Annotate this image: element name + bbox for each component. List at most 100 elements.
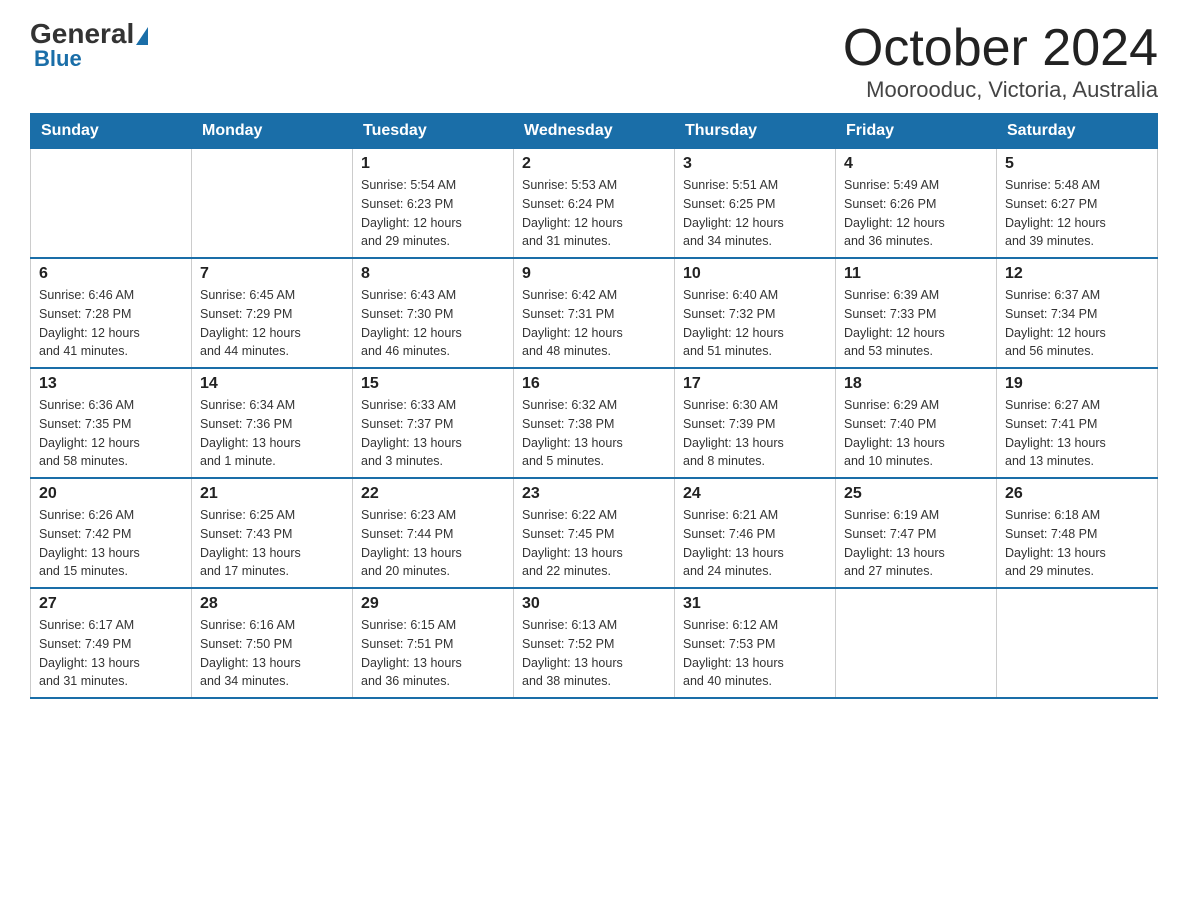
calendar-week-row: 20Sunrise: 6:26 AMSunset: 7:42 PMDayligh… (31, 478, 1158, 588)
calendar-cell: 25 Sunrise: 6:19 AMSunset: 7:47 PMDayligh… (836, 478, 997, 588)
day-info: Sunrise: 6:42 AMSunset: 7:31 PMDaylight:… (522, 286, 666, 361)
calendar-header-tuesday: Tuesday (353, 114, 514, 149)
calendar-cell: 19Sunrise: 6:27 AMSunset: 7:41 PMDayligh… (997, 368, 1158, 478)
day-info: Sunrise: 6:29 AMSunset: 7:40 PMDaylight:… (844, 396, 988, 471)
calendar-header-sunday: Sunday (31, 114, 192, 149)
calendar-cell: 8 Sunrise: 6:43 AMSunset: 7:30 PMDaylight… (353, 258, 514, 368)
day-info: Sunrise: 6:22 AMSunset: 7:45 PMDaylight:… (522, 506, 666, 581)
calendar-cell: 21Sunrise: 6:25 AMSunset: 7:43 PMDayligh… (192, 478, 353, 588)
calendar-cell (997, 588, 1158, 698)
day-number: 9 (522, 265, 666, 283)
calendar-table: SundayMondayTuesdayWednesdayThursdayFrid… (30, 113, 1158, 699)
calendar-cell: 29Sunrise: 6:15 AMSunset: 7:51 PMDayligh… (353, 588, 514, 698)
day-number: 25 (844, 485, 988, 503)
day-info: Sunrise: 6:46 AMSunset: 7:28 PMDaylight:… (39, 286, 183, 361)
day-info: Sunrise: 6:34 AMSunset: 7:36 PMDaylight:… (200, 396, 344, 471)
calendar-header-monday: Monday (192, 114, 353, 149)
calendar-cell: 26 Sunrise: 6:18 AMSunset: 7:48 PMDayligh… (997, 478, 1158, 588)
day-number: 22 (361, 485, 505, 503)
page-title: October 2024 (843, 20, 1158, 77)
day-info: Sunrise: 5:54 AMSunset: 6:23 PMDaylight:… (361, 176, 505, 251)
day-number: 13 (39, 375, 183, 393)
logo-top: General (30, 20, 148, 48)
logo-triangle-icon (136, 27, 148, 45)
day-info: Sunrise: 6:26 AMSunset: 7:42 PMDaylight:… (39, 506, 183, 581)
calendar-cell: 18 Sunrise: 6:29 AMSunset: 7:40 PMDayligh… (836, 368, 997, 478)
day-number: 5 (1005, 155, 1149, 173)
day-number: 10 (683, 265, 827, 283)
calendar-cell: 28 Sunrise: 6:16 AMSunset: 7:50 PMDayligh… (192, 588, 353, 698)
calendar-cell: 5Sunrise: 5:48 AMSunset: 6:27 PMDaylight… (997, 149, 1158, 259)
calendar-header-friday: Friday (836, 114, 997, 149)
day-info: Sunrise: 6:40 AMSunset: 7:32 PMDaylight:… (683, 286, 827, 361)
day-info: Sunrise: 6:17 AMSunset: 7:49 PMDaylight:… (39, 616, 183, 691)
day-number: 30 (522, 595, 666, 613)
day-info: Sunrise: 6:16 AMSunset: 7:50 PMDaylight:… (200, 616, 344, 691)
day-info: Sunrise: 6:23 AMSunset: 7:44 PMDaylight:… (361, 506, 505, 581)
day-info: Sunrise: 5:53 AMSunset: 6:24 PMDaylight:… (522, 176, 666, 251)
logo-blue: Blue (34, 46, 82, 72)
calendar-cell (836, 588, 997, 698)
calendar-cell: 3Sunrise: 5:51 AMSunset: 6:25 PMDaylight… (675, 149, 836, 259)
day-number: 7 (200, 265, 344, 283)
calendar-cell: 27Sunrise: 6:17 AMSunset: 7:49 PMDayligh… (31, 588, 192, 698)
day-info: Sunrise: 6:27 AMSunset: 7:41 PMDaylight:… (1005, 396, 1149, 471)
day-info: Sunrise: 6:36 AMSunset: 7:35 PMDaylight:… (39, 396, 183, 471)
calendar-cell: 10 Sunrise: 6:40 AMSunset: 7:32 PMDayligh… (675, 258, 836, 368)
calendar-cell: 7 Sunrise: 6:45 AMSunset: 7:29 PMDaylight… (192, 258, 353, 368)
calendar-cell (192, 149, 353, 259)
calendar-week-row: 13 Sunrise: 6:36 AMSunset: 7:35 PMDayligh… (31, 368, 1158, 478)
day-info: Sunrise: 6:21 AMSunset: 7:46 PMDaylight:… (683, 506, 827, 581)
day-info: Sunrise: 6:45 AMSunset: 7:29 PMDaylight:… (200, 286, 344, 361)
day-info: Sunrise: 5:49 AMSunset: 6:26 PMDaylight:… (844, 176, 988, 251)
calendar-cell: 14 Sunrise: 6:34 AMSunset: 7:36 PMDayligh… (192, 368, 353, 478)
day-number: 26 (1005, 485, 1149, 503)
page-subtitle: Moorooduc, Victoria, Australia (843, 77, 1158, 103)
calendar-cell: 23 Sunrise: 6:22 AMSunset: 7:45 PMDayligh… (514, 478, 675, 588)
day-info: Sunrise: 6:32 AMSunset: 7:38 PMDaylight:… (522, 396, 666, 471)
calendar-cell: 16 Sunrise: 6:32 AMSunset: 7:38 PMDayligh… (514, 368, 675, 478)
calendar-header-row: SundayMondayTuesdayWednesdayThursdayFrid… (31, 114, 1158, 149)
day-number: 2 (522, 155, 666, 173)
day-info: Sunrise: 6:43 AMSunset: 7:30 PMDaylight:… (361, 286, 505, 361)
calendar-cell: 24 Sunrise: 6:21 AMSunset: 7:46 PMDayligh… (675, 478, 836, 588)
page-header: General Blue October 2024 Moorooduc, Vic… (30, 20, 1158, 103)
calendar-cell: 2 Sunrise: 5:53 AMSunset: 6:24 PMDaylight… (514, 149, 675, 259)
calendar-cell: 15Sunrise: 6:33 AMSunset: 7:37 PMDayligh… (353, 368, 514, 478)
calendar-cell: 12 Sunrise: 6:37 AMSunset: 7:34 PMDayligh… (997, 258, 1158, 368)
day-info: Sunrise: 6:19 AMSunset: 7:47 PMDaylight:… (844, 506, 988, 581)
day-info: Sunrise: 6:13 AMSunset: 7:52 PMDaylight:… (522, 616, 666, 691)
day-number: 24 (683, 485, 827, 503)
calendar-header-saturday: Saturday (997, 114, 1158, 149)
day-number: 21 (200, 485, 344, 503)
day-number: 28 (200, 595, 344, 613)
day-number: 12 (1005, 265, 1149, 283)
day-number: 1 (361, 155, 505, 173)
calendar-cell: 31Sunrise: 6:12 AMSunset: 7:53 PMDayligh… (675, 588, 836, 698)
calendar-week-row: 6Sunrise: 6:46 AMSunset: 7:28 PMDaylight… (31, 258, 1158, 368)
calendar-header-wednesday: Wednesday (514, 114, 675, 149)
day-number: 11 (844, 265, 988, 283)
day-number: 17 (683, 375, 827, 393)
logo: General Blue (30, 20, 148, 72)
day-info: Sunrise: 6:18 AMSunset: 7:48 PMDaylight:… (1005, 506, 1149, 581)
day-info: Sunrise: 5:51 AMSunset: 6:25 PMDaylight:… (683, 176, 827, 251)
title-block: October 2024 Moorooduc, Victoria, Austra… (843, 20, 1158, 103)
day-number: 31 (683, 595, 827, 613)
logo-general: General (30, 18, 134, 49)
calendar-week-row: 27Sunrise: 6:17 AMSunset: 7:49 PMDayligh… (31, 588, 1158, 698)
calendar-cell: 11 Sunrise: 6:39 AMSunset: 7:33 PMDayligh… (836, 258, 997, 368)
calendar-cell: 1 Sunrise: 5:54 AMSunset: 6:23 PMDaylight… (353, 149, 514, 259)
day-number: 4 (844, 155, 988, 173)
day-info: Sunrise: 6:33 AMSunset: 7:37 PMDaylight:… (361, 396, 505, 471)
day-info: Sunrise: 6:39 AMSunset: 7:33 PMDaylight:… (844, 286, 988, 361)
calendar-cell: 13 Sunrise: 6:36 AMSunset: 7:35 PMDayligh… (31, 368, 192, 478)
day-number: 18 (844, 375, 988, 393)
calendar-week-row: 1 Sunrise: 5:54 AMSunset: 6:23 PMDaylight… (31, 149, 1158, 259)
day-info: Sunrise: 6:37 AMSunset: 7:34 PMDaylight:… (1005, 286, 1149, 361)
day-number: 23 (522, 485, 666, 503)
day-number: 14 (200, 375, 344, 393)
day-number: 16 (522, 375, 666, 393)
calendar-cell: 17Sunrise: 6:30 AMSunset: 7:39 PMDayligh… (675, 368, 836, 478)
day-number: 8 (361, 265, 505, 283)
